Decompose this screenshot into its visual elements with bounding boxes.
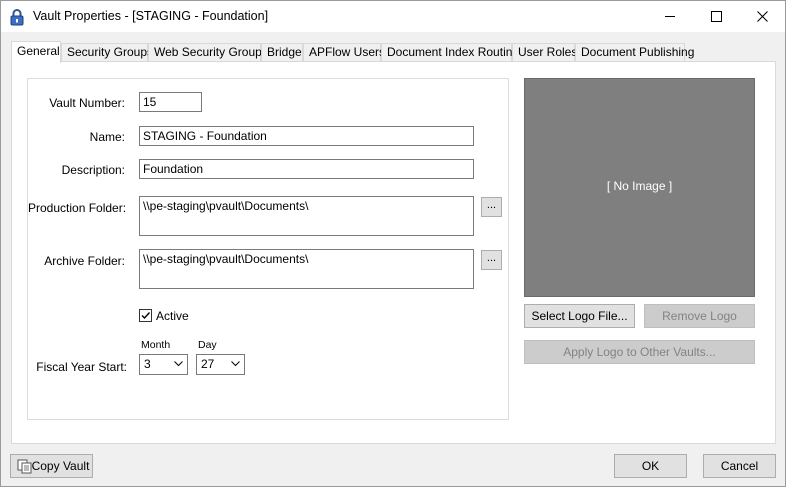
tab-bridge[interactable]: Bridge bbox=[261, 43, 303, 62]
month-label: Month bbox=[141, 339, 171, 351]
select-logo-file-button[interactable]: Select Logo File... bbox=[524, 304, 635, 328]
tab-general[interactable]: General bbox=[11, 41, 61, 63]
browse-archive-folder-button[interactable]: ... bbox=[481, 250, 502, 270]
tab-document-publishing[interactable]: Document Publishing bbox=[575, 43, 694, 62]
apply-logo-to-other-vaults-button[interactable]: Apply Logo to Other Vaults... bbox=[524, 340, 755, 364]
tab-security-groups[interactable]: Security Groups bbox=[61, 43, 153, 62]
vault-properties-window: Vault Properties - [STAGING - Foundation… bbox=[0, 0, 786, 487]
browse-production-folder-button[interactable]: ... bbox=[481, 197, 502, 217]
month-select[interactable]: 3 bbox=[139, 354, 188, 375]
tab-user-roles[interactable]: User Roles bbox=[512, 43, 577, 62]
copy-vault-button[interactable]: Copy Vault bbox=[10, 454, 93, 478]
copy-icon bbox=[17, 459, 32, 474]
fiscal-year-start-label: Fiscal Year Start: bbox=[36, 360, 127, 374]
cancel-button[interactable]: Cancel bbox=[703, 454, 776, 478]
general-tab-page: Vault Number: 15 Name: STAGING - Foundat… bbox=[11, 61, 776, 444]
chevron-down-icon bbox=[174, 361, 183, 367]
vault-number-field[interactable]: 15 bbox=[139, 92, 202, 112]
copy-vault-label: Copy Vault bbox=[31, 459, 90, 473]
description-field[interactable]: Foundation bbox=[139, 159, 474, 179]
production-folder-field[interactable]: \\pe-staging\pvault\Documents\ bbox=[139, 196, 474, 236]
title-bar[interactable]: Vault Properties - [STAGING - Foundation… bbox=[1, 1, 785, 32]
day-label: Day bbox=[198, 339, 217, 351]
tab-document-index-routing[interactable]: Document Index Routing bbox=[381, 43, 519, 62]
minimize-icon bbox=[664, 16, 675, 17]
active-checkbox[interactable] bbox=[139, 309, 152, 322]
ok-button[interactable]: OK bbox=[614, 454, 687, 478]
vault-settings-group: Vault Number: 15 Name: STAGING - Foundat… bbox=[27, 78, 509, 420]
no-image-placeholder: [ No Image ] bbox=[606, 179, 673, 193]
lock-icon bbox=[10, 8, 24, 26]
tab-web-security-groups[interactable]: Web Security Groups bbox=[148, 43, 268, 62]
tab-apflow-users[interactable]: APFlow Users bbox=[303, 43, 385, 62]
archive-folder-field[interactable]: \\pe-staging\pvault\Documents\ bbox=[139, 249, 474, 289]
remove-logo-button[interactable]: Remove Logo bbox=[644, 304, 755, 328]
close-button[interactable] bbox=[739, 1, 785, 32]
chevron-down-icon bbox=[231, 361, 240, 367]
vault-number-label: Vault Number: bbox=[49, 96, 125, 110]
name-field[interactable]: STAGING - Foundation bbox=[139, 126, 474, 146]
minimize-button[interactable] bbox=[647, 1, 693, 32]
archive-folder-label: Archive Folder: bbox=[44, 254, 125, 268]
name-label: Name: bbox=[89, 130, 125, 144]
window-title: Vault Properties - [STAGING - Foundation… bbox=[33, 9, 269, 23]
close-icon bbox=[756, 11, 768, 22]
description-label: Description: bbox=[61, 163, 125, 177]
day-value: 27 bbox=[201, 357, 215, 371]
checkmark-icon bbox=[141, 312, 151, 320]
logo-preview: [ No Image ] bbox=[524, 78, 755, 297]
maximize-button[interactable] bbox=[693, 1, 739, 32]
maximize-icon bbox=[710, 11, 722, 22]
day-select[interactable]: 27 bbox=[196, 354, 245, 375]
month-value: 3 bbox=[144, 357, 151, 371]
active-label: Active bbox=[156, 309, 189, 323]
production-folder-label: Production Folder: bbox=[28, 201, 127, 215]
